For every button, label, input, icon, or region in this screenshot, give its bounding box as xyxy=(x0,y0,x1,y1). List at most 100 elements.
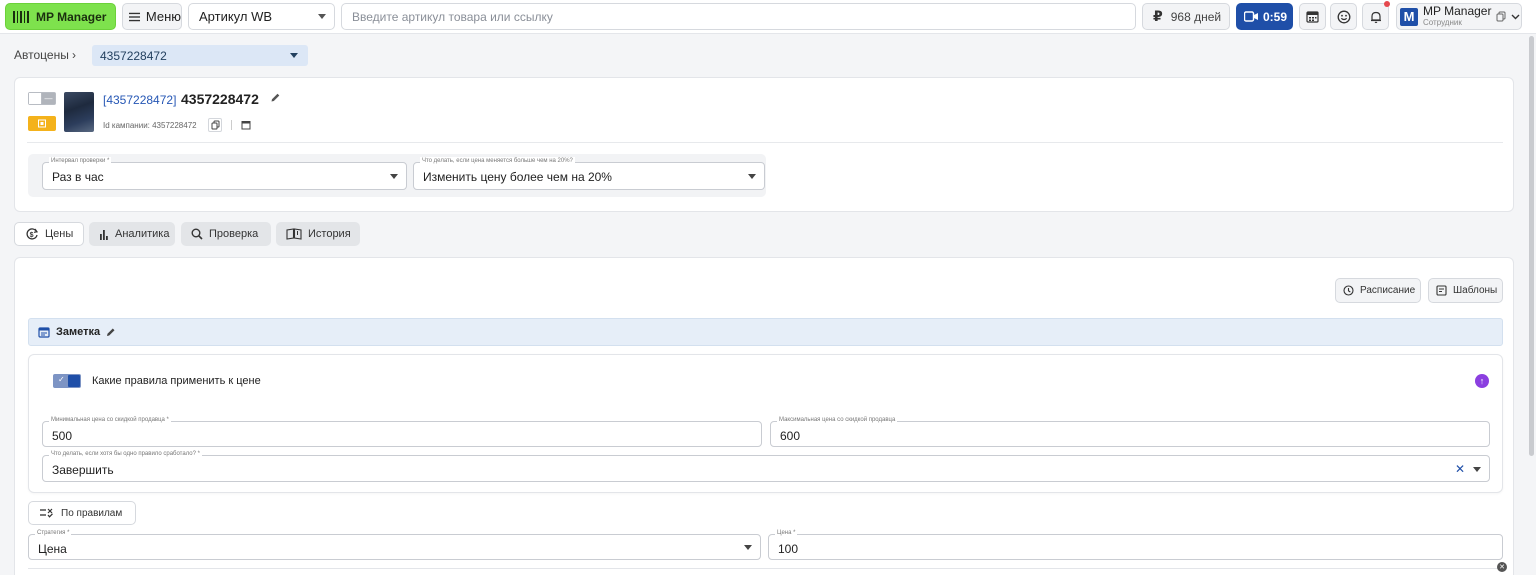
top-bar: MP Manager Меню Артикул WB ₽ 968 дней 0:… xyxy=(0,0,1536,34)
strategy-value: Цена xyxy=(38,542,67,556)
schedule-label: Расписание xyxy=(1360,285,1416,296)
templates-label: Шаблоны xyxy=(1453,285,1498,296)
close-icon[interactable]: ✕ xyxy=(1497,562,1507,572)
hamburger-icon xyxy=(129,12,141,21)
ruble-icon: ₽ xyxy=(1153,8,1163,24)
tab-analytics-label: Аналитика xyxy=(115,228,170,240)
tab-history-label: История xyxy=(308,228,351,240)
rule-triggered-action-value: Завершить xyxy=(52,463,114,477)
tab-prices[interactable]: $ Цены xyxy=(14,222,84,246)
max-price-label: Максимальная цена со скидкой продавца xyxy=(777,416,898,424)
tab-check-label: Проверка xyxy=(209,228,259,240)
page-scrollbar[interactable] xyxy=(1529,36,1534,456)
app-logo-button[interactable]: MP Manager xyxy=(5,3,116,30)
user-role: Сотрудник xyxy=(1423,17,1462,27)
price-change-action-label: Что делать, если цена меняется больше че… xyxy=(420,157,575,165)
rule-triggered-action-select[interactable]: Что делать, если хотя бы одно правило ср… xyxy=(42,450,1490,482)
rules-panel: ✓ Какие правила применить к цене ↑ Миним… xyxy=(28,354,1503,493)
toggle-knob xyxy=(68,375,80,387)
template-icon xyxy=(1436,285,1447,296)
toggle-knob xyxy=(29,93,42,104)
calendar-icon[interactable] xyxy=(241,120,251,130)
check-icon: ✓ xyxy=(58,375,65,384)
max-price-input[interactable]: Максимальная цена со скидкой продавца 60… xyxy=(770,416,1490,447)
min-price-value: 500 xyxy=(52,429,73,443)
app-logo-label: MP Manager xyxy=(36,9,107,24)
max-price-value: 600 xyxy=(780,429,801,443)
product-card: — [4357228472] 4357228472 Id кампании: 4… xyxy=(14,77,1514,212)
price-rules-card: Расписание Шаблоны Заметка ✓ Какие прави… xyxy=(14,257,1514,575)
history-book-icon xyxy=(286,228,302,240)
tab-check[interactable]: Проверка xyxy=(181,222,271,246)
prices-icon: $ xyxy=(26,228,39,240)
calendar-icon xyxy=(1306,11,1319,23)
by-rules-button[interactable]: По правилам xyxy=(28,501,136,525)
tab-history[interactable]: История xyxy=(276,222,360,246)
templates-button[interactable]: Шаблоны xyxy=(1428,278,1503,303)
tab-analytics[interactable]: Аналитика xyxy=(89,222,175,246)
pencil-icon[interactable] xyxy=(106,327,116,337)
timer-label: 0:59 xyxy=(1263,9,1288,24)
product-id-link[interactable]: [4357228472] xyxy=(103,93,176,107)
caret-down-icon xyxy=(744,545,752,550)
search-icon xyxy=(191,228,203,240)
by-rules-label: По правилам xyxy=(61,507,123,519)
product-select[interactable]: 4357228472 xyxy=(92,45,308,66)
pencil-icon[interactable] xyxy=(270,92,281,103)
strategy-label: Стратегия * xyxy=(35,529,72,537)
avatar: M xyxy=(1400,7,1418,26)
calendar-note-icon xyxy=(38,327,50,338)
notification-dot xyxy=(1384,1,1390,7)
copy-icon xyxy=(1496,11,1506,22)
check-interval-select[interactable]: Интервал проверки * Раз в час xyxy=(42,157,407,190)
user-name: MP Manager xyxy=(1423,3,1492,18)
menu-label: Меню xyxy=(145,9,181,24)
svg-text:$: $ xyxy=(30,232,34,239)
rules-title: Какие правила применить к цене xyxy=(92,375,261,387)
caret-down-icon xyxy=(1473,467,1481,472)
price-input[interactable]: Цена * 100 xyxy=(768,529,1503,560)
autoprice-toggle[interactable]: — xyxy=(28,92,56,105)
price-label: Цена * xyxy=(775,529,798,537)
campaign-id-label: Id кампании: 4357228472 xyxy=(103,121,197,130)
rules-list-icon xyxy=(40,508,53,518)
calendar-button[interactable] xyxy=(1299,3,1326,30)
search-input[interactable] xyxy=(341,3,1136,30)
breadcrumb-section[interactable]: Автоцены xyxy=(14,48,69,62)
note-bar[interactable]: Заметка xyxy=(28,318,1503,346)
chevron-down-icon xyxy=(318,14,326,19)
price-change-action-select[interactable]: Что делать, если цена меняется больше че… xyxy=(413,157,765,190)
video-timer-button[interactable]: 0:59 xyxy=(1236,3,1293,30)
clock-icon xyxy=(1343,285,1354,296)
bar-chart-icon xyxy=(100,229,108,240)
bell-icon xyxy=(1370,11,1381,23)
price-value: 100 xyxy=(778,542,799,556)
arrow-up-circle-icon[interactable]: ↑ xyxy=(1475,374,1489,388)
notifications-button[interactable] xyxy=(1362,1,1390,30)
clear-icon[interactable]: ✕ xyxy=(1455,462,1465,476)
status-badge[interactable] xyxy=(28,116,56,131)
video-camera-icon xyxy=(1244,11,1258,22)
note-label: Заметка xyxy=(56,326,101,338)
subscription-days-button[interactable]: ₽ 968 дней xyxy=(1142,3,1230,30)
rules-toggle[interactable]: ✓ xyxy=(53,374,81,388)
days-label: 968 дней xyxy=(1170,9,1222,24)
chevron-right-icon: › xyxy=(72,48,76,62)
product-select-value: 4357228472 xyxy=(100,48,167,63)
copy-campaign-button[interactable] xyxy=(208,118,222,132)
strategy-select[interactable]: Стратегия * Цена xyxy=(28,529,761,560)
user-menu-button[interactable]: M MP Manager Сотрудник xyxy=(1396,3,1522,30)
check-interval-value: Раз в час xyxy=(52,170,104,184)
min-price-input[interactable]: Минимальная цена со скидкой продавца * 5… xyxy=(42,416,762,447)
strategy-panel xyxy=(28,568,1503,575)
toggle-track: — xyxy=(42,93,55,104)
schedule-button[interactable]: Расписание xyxy=(1335,278,1421,303)
menu-button[interactable]: Меню xyxy=(122,3,182,30)
pause-square-icon xyxy=(38,119,46,128)
rule-triggered-action-label: Что делать, если хотя бы одно правило ср… xyxy=(49,450,202,458)
feedback-button[interactable] xyxy=(1330,3,1357,30)
smile-icon xyxy=(1337,10,1350,23)
user-info: MP Manager Сотрудник xyxy=(1423,3,1492,28)
search-type-select[interactable]: Артикул WB xyxy=(188,3,335,30)
product-image[interactable] xyxy=(64,92,94,132)
